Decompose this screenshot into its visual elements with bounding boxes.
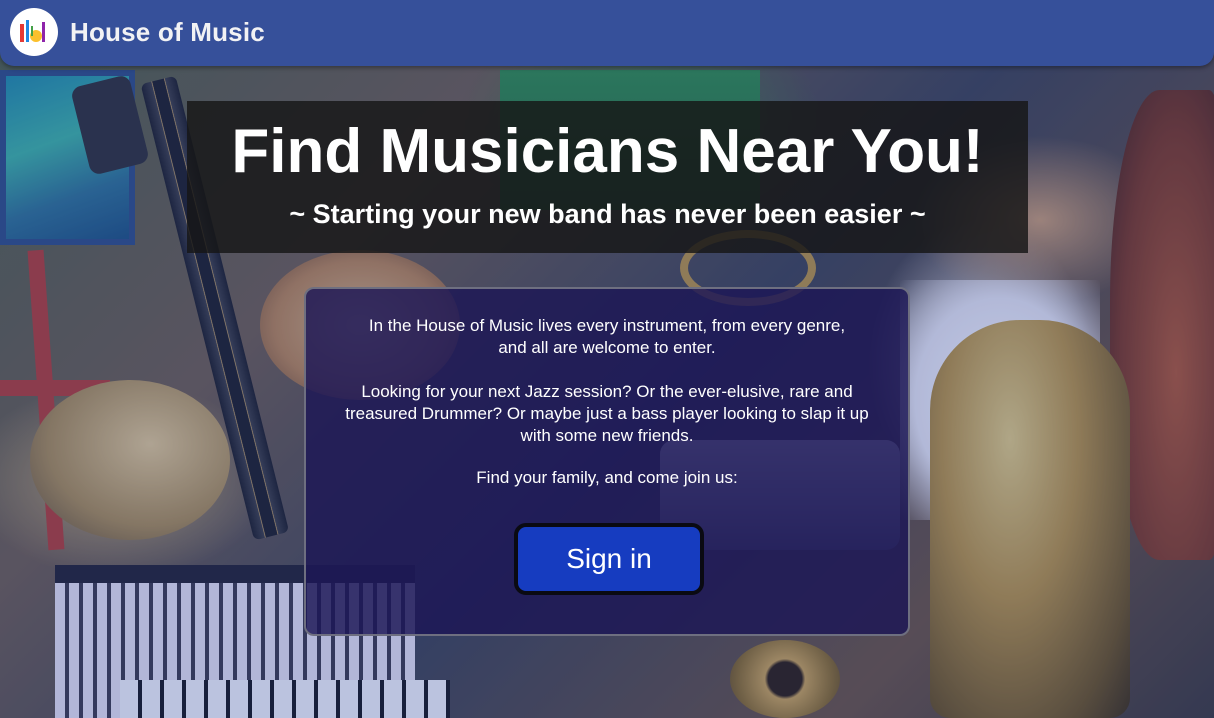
call-to-action-text: Find your family, and come join us: <box>476 468 738 487</box>
brand-name[interactable]: House of Music <box>70 17 265 48</box>
music-instruments-logo-icon[interactable] <box>10 8 58 56</box>
landing-page: House of Music Find Musicians Near You! … <box>0 0 1214 718</box>
welcome-panel: In the House of Music lives every instru… <box>304 287 910 636</box>
sign-in-button[interactable]: Sign in <box>514 523 704 595</box>
hero-banner: Find Musicians Near You! ~ Starting your… <box>187 101 1028 253</box>
top-navbar: House of Music <box>0 0 1214 66</box>
intro-text: In the House of Music lives every instru… <box>306 315 908 359</box>
intro-line-2: and all are welcome to enter. <box>498 338 716 357</box>
hero-subtitle: ~ Starting your new band has never been … <box>289 199 926 229</box>
logo-art <box>20 20 45 42</box>
description-text: Looking for your next Jazz session? Or t… <box>345 382 869 445</box>
hero-title: Find Musicians Near You! <box>231 117 984 186</box>
intro-line-1: In the House of Music lives every instru… <box>368 316 846 335</box>
